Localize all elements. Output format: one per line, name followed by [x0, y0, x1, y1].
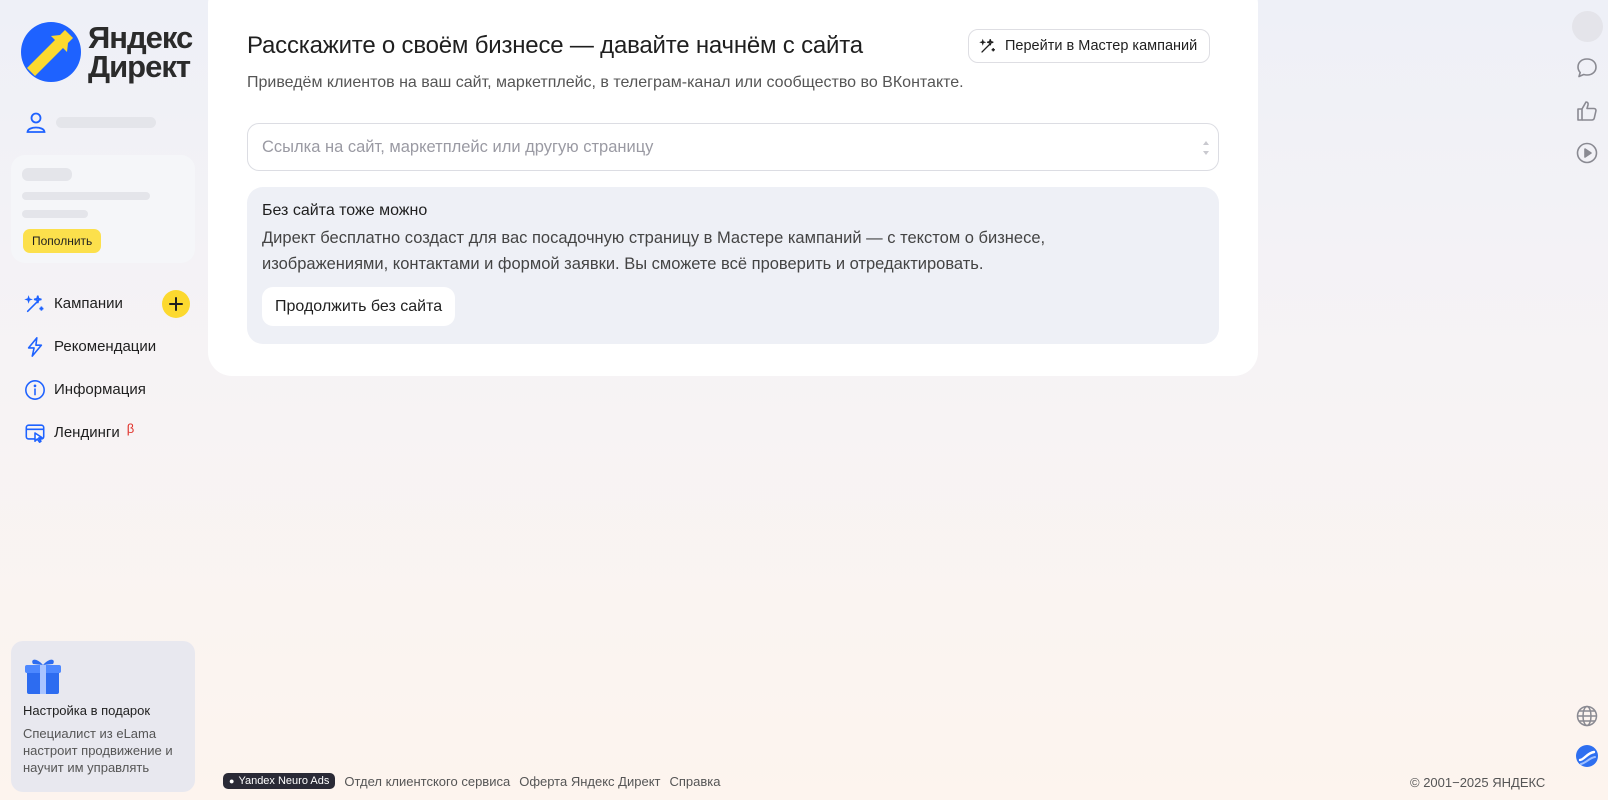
user-icon [26, 112, 46, 133]
user-name-placeholder [56, 116, 156, 128]
avatar[interactable] [1572, 11, 1603, 42]
footer-link-help[interactable]: Справка [669, 774, 720, 789]
balance-card: Пополнить [11, 155, 195, 263]
neuro-ads-badge[interactable]: ● Yandex Neuro Ads [223, 773, 336, 789]
topup-button[interactable]: Пополнить [23, 229, 102, 253]
right-rail [1570, 0, 1608, 800]
chat-icon[interactable] [1575, 56, 1599, 80]
sidebar-item-information-label: Информация [54, 381, 146, 398]
sidebar-item-campaigns-label: Кампании [54, 295, 123, 312]
site-url-field [247, 123, 1219, 171]
main-card: Расскажите о своём бизнесе — давайте нач… [208, 0, 1258, 376]
assistant-icon[interactable] [1575, 744, 1599, 768]
no-site-panel: Без сайта тоже можно Директ бесплатно со… [247, 187, 1219, 344]
sidebar-nav: Кампании Рекомендации Информация Лендинг… [24, 282, 194, 454]
no-site-description: Директ бесплатно создаст для вас посадоч… [262, 229, 1046, 273]
globe-icon[interactable] [1575, 704, 1599, 728]
logo-text: Яндекс Директ [88, 20, 193, 84]
yandex-direct-logo-icon [21, 22, 81, 82]
footer-link-client-service[interactable]: Отдел клиентского сервиса [344, 774, 510, 789]
promo-card[interactable]: Настройка в подарок Специалист из eLama … [11, 641, 195, 792]
sidebar-item-information[interactable]: Информация [24, 368, 194, 411]
balance-line-placeholder [22, 192, 150, 200]
copyright: © 2001−2025 ЯНДЕКС [1410, 775, 1546, 790]
beta-badge: β [126, 421, 135, 436]
play-icon[interactable] [1575, 141, 1599, 165]
sidebar-item-landings[interactable]: Лендинги β [24, 411, 194, 454]
balance-placeholder [22, 168, 72, 181]
footer-link-offer[interactable]: Оферта Яндекс Директ [519, 774, 660, 789]
campaign-wizard-button-label: Перейти в Мастер кампаний [1005, 38, 1198, 54]
sidebar-item-campaigns[interactable]: Кампании [24, 282, 194, 325]
neuro-ads-badge-label: Yandex Neuro Ads [238, 775, 330, 787]
plus-icon [169, 297, 183, 311]
sidebar-item-recommendations-label: Рекомендации [54, 338, 157, 355]
resize-handle-icon [1203, 141, 1209, 155]
info-icon [25, 379, 45, 400]
neuro-ads-logo-icon: ● [229, 776, 235, 786]
promo-description: Специалист из eLama настроит продвижение… [23, 726, 173, 775]
logo-line-direct: Директ [88, 49, 191, 84]
sidebar-item-landings-label: Лендинги [54, 424, 120, 441]
yandex-direct-logo[interactable]: Яндекс Директ [21, 20, 193, 84]
page-title: Расскажите о своём бизнесе — давайте нач… [247, 32, 863, 59]
gift-icon [25, 659, 61, 694]
logo-line-yandex: Яндекс [88, 20, 193, 55]
magic-wand-icon [24, 294, 44, 312]
no-site-title: Без сайта тоже можно [262, 202, 428, 219]
magic-wand-icon [979, 38, 995, 53]
campaign-wizard-button[interactable]: Перейти в Мастер кампаний [968, 29, 1211, 63]
sidebar-item-recommendations[interactable]: Рекомендации [24, 325, 194, 368]
lightning-icon [27, 336, 43, 357]
continue-without-site-button[interactable]: Продолжить без сайта [262, 287, 456, 326]
sidebar: Яндекс Директ Пополнить Кампании Рекомен… [0, 0, 200, 800]
add-campaign-button[interactable] [162, 290, 190, 318]
balance-line-placeholder-short [22, 210, 88, 218]
user-account[interactable] [24, 110, 156, 134]
site-url-input[interactable] [248, 124, 1218, 170]
promo-title: Настройка в подарок [23, 703, 151, 718]
thumbs-up-icon[interactable] [1575, 99, 1599, 123]
footer: ● Yandex Neuro Ads Отдел клиентского сер… [223, 773, 729, 789]
page-subtitle: Приведём клиентов на ваш сайт, маркетпле… [247, 74, 964, 91]
landing-page-icon [25, 423, 45, 443]
